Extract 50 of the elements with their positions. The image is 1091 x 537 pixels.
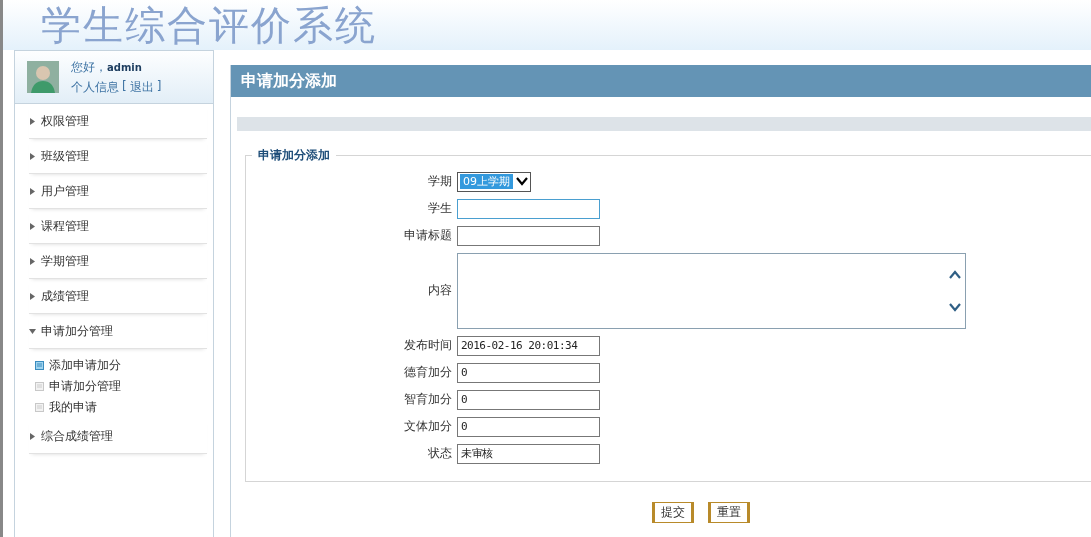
submit-button[interactable]: 提交 [652,502,694,523]
submenu-item[interactable]: 添加申请加分 [35,357,213,373]
reset-button[interactable]: 重置 [708,502,750,523]
field-label: 学生 [427,200,453,217]
input-field[interactable]: 0 [457,416,600,437]
menu-item[interactable]: 学期管理 [29,244,207,279]
chevron-down-icon [516,177,528,186]
input-field[interactable]: 2016-02-16 20:01:34 [457,335,600,356]
profile-link[interactable]: 个人信息 [71,78,119,96]
app-title: 学生综合评价系统 [41,1,377,49]
menu-item[interactable]: 成绩管理 [29,279,207,314]
field-label: 德育加分 [403,364,453,381]
scroll-up-icon[interactable] [949,269,961,279]
submenu-item[interactable]: 申请加分管理 [35,378,213,394]
greeting-text: 您好， [71,59,107,74]
menu-item[interactable]: 综合成绩管理 [29,419,207,454]
field-label: 发布时间 [403,337,453,354]
menu-item[interactable]: 用户管理 [29,174,207,209]
caret-right-icon [29,117,36,125]
field-label: 学期 [427,173,453,190]
page-title-bar: 申请加分添加 [231,65,1091,97]
menu-item[interactable]: 申请加分管理 [29,314,207,349]
caret-down-icon [29,327,36,335]
scroll-down-icon[interactable] [949,302,961,312]
form-legend: 申请加分添加 [252,147,336,164]
caret-right-icon [29,432,36,440]
field-label: 文体加分 [403,418,453,435]
input-field[interactable]: 0 [457,389,600,410]
caret-right-icon [29,257,36,265]
menu-item[interactable]: 课程管理 [29,209,207,244]
user-name: admin [107,61,142,73]
field-label: 智育加分 [403,391,453,408]
caret-right-icon [29,187,36,195]
menu-item[interactable]: 权限管理 [29,104,207,139]
field-label: 状态 [427,445,453,462]
caret-right-icon [29,292,36,300]
logout-link[interactable]: 退出 [129,78,154,96]
bracket-text: [ [122,78,127,95]
avatar-icon [27,61,59,93]
caret-right-icon [29,152,36,160]
input-field[interactable]: 0 [457,362,600,383]
input-field[interactable] [457,198,600,219]
caret-right-icon [29,222,36,230]
submenu-item[interactable]: 我的申请 [35,399,213,415]
field-label: 内容 [427,282,453,299]
menu-item[interactable]: 班级管理 [29,139,207,174]
field-label: 申请标题 [403,227,453,244]
input-field[interactable]: 未审核 [457,443,600,464]
bracket-text: ] [156,78,162,95]
input-field[interactable] [457,225,600,246]
